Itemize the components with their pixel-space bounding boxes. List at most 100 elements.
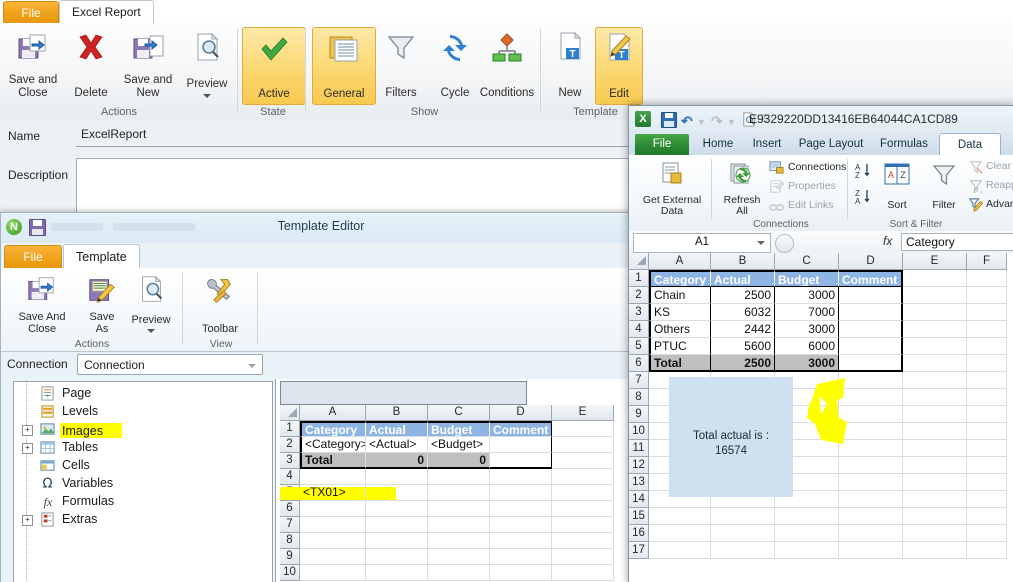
table-cell[interactable] bbox=[967, 525, 1007, 542]
table-cell[interactable] bbox=[300, 549, 366, 565]
table-cell[interactable] bbox=[428, 517, 490, 533]
tree-item-page[interactable]: + Page bbox=[14, 385, 272, 403]
table-cell[interactable] bbox=[428, 565, 490, 581]
table-cell[interactable]: Category bbox=[300, 421, 366, 437]
table-cell[interactable] bbox=[839, 457, 903, 474]
row-header[interactable]: 7 bbox=[629, 372, 649, 389]
redo-icon[interactable]: ↷ bbox=[711, 113, 723, 130]
template-tab-file[interactable]: File bbox=[4, 245, 62, 269]
undo-dropdown-icon[interactable]: ▼ bbox=[697, 117, 706, 127]
table-cell[interactable] bbox=[552, 565, 614, 581]
tree-item-images[interactable]: + Images bbox=[14, 421, 272, 439]
table-cell[interactable]: Total bbox=[300, 453, 366, 469]
table-cell[interactable] bbox=[366, 549, 428, 565]
save-and-close-button[interactable]: Save and Close bbox=[2, 27, 64, 103]
table-cell[interactable] bbox=[839, 525, 903, 542]
column-header[interactable]: C bbox=[428, 405, 490, 421]
table-cell[interactable]: 5600 bbox=[711, 338, 775, 355]
delete-button[interactable]: Delete bbox=[60, 27, 122, 103]
table-cell[interactable] bbox=[839, 372, 903, 389]
table-cell[interactable] bbox=[967, 508, 1007, 525]
table-cell[interactable]: Chain bbox=[649, 287, 711, 304]
new-template-button[interactable]: T New bbox=[547, 27, 593, 103]
table-cell[interactable] bbox=[967, 304, 1007, 321]
tree-item-tables[interactable]: + Tables bbox=[14, 439, 272, 457]
table-cell[interactable] bbox=[903, 508, 967, 525]
template-save-and-close-button[interactable]: Save And Close bbox=[5, 271, 79, 337]
toolbar-button[interactable]: Toolbar bbox=[188, 271, 252, 337]
chevron-down-icon[interactable] bbox=[757, 241, 765, 245]
table-cell[interactable] bbox=[490, 549, 552, 565]
table-cell[interactable] bbox=[552, 533, 614, 549]
template-save-as-button[interactable]: Save As bbox=[79, 271, 125, 337]
save-and-new-button[interactable]: Save and New bbox=[117, 27, 179, 103]
template-preview-button[interactable]: Preview bbox=[125, 271, 177, 337]
table-cell[interactable] bbox=[839, 440, 903, 457]
table-cell[interactable] bbox=[903, 423, 967, 440]
table-cell[interactable] bbox=[903, 372, 967, 389]
table-cell[interactable] bbox=[967, 270, 1007, 287]
sort-ascending-button[interactable]: A Z bbox=[853, 161, 873, 184]
undo-icon[interactable]: ↶ bbox=[681, 113, 693, 130]
row-header[interactable]: 10 bbox=[629, 423, 649, 440]
row-header[interactable]: 3 bbox=[280, 453, 300, 469]
excel-quick-save-icon[interactable] bbox=[661, 112, 677, 128]
row-header[interactable]: 11 bbox=[629, 440, 649, 457]
excel-tab-insert[interactable]: Insert bbox=[745, 134, 789, 155]
table-cell[interactable]: 0 bbox=[366, 453, 428, 469]
table-cell[interactable] bbox=[839, 321, 903, 338]
table-cell[interactable] bbox=[300, 469, 366, 485]
table-cell[interactable] bbox=[428, 469, 490, 485]
row-header[interactable]: 16 bbox=[629, 525, 649, 542]
table-cell[interactable] bbox=[775, 508, 839, 525]
table-cell[interactable] bbox=[903, 321, 967, 338]
row-header[interactable]: 1 bbox=[280, 421, 300, 437]
table-cell[interactable]: 3000 bbox=[775, 321, 839, 338]
preview-dropdown-arrow-icon[interactable] bbox=[203, 94, 211, 98]
column-header[interactable]: B bbox=[366, 405, 428, 421]
table-cell[interactable]: 6032 bbox=[711, 304, 775, 321]
table-cell[interactable] bbox=[839, 287, 903, 304]
table-cell[interactable] bbox=[839, 406, 903, 423]
row-header[interactable]: 4 bbox=[280, 469, 300, 485]
table-cell[interactable] bbox=[967, 542, 1007, 559]
template-spreadsheet[interactable]: A B C D E 1 Category Actual Budget Comment 2 <Categ… bbox=[280, 405, 641, 582]
expand-plus-icon[interactable]: + bbox=[22, 425, 33, 436]
table-cell[interactable] bbox=[552, 501, 614, 517]
table-cell[interactable] bbox=[903, 440, 967, 457]
table-cell[interactable]: 2500 bbox=[711, 355, 775, 372]
tab-file[interactable]: File bbox=[3, 1, 59, 24]
table-cell[interactable] bbox=[490, 485, 552, 501]
table-cell[interactable] bbox=[490, 469, 552, 485]
excel-tab-page-layout[interactable]: Page Layout bbox=[793, 134, 869, 155]
row-header[interactable]: 10 bbox=[280, 565, 300, 581]
table-cell[interactable] bbox=[903, 270, 967, 287]
column-header[interactable]: C bbox=[775, 253, 839, 270]
table-cell[interactable]: 2442 bbox=[711, 321, 775, 338]
preview-button[interactable]: Preview bbox=[176, 27, 238, 103]
row-header[interactable]: 6 bbox=[629, 355, 649, 372]
table-cell[interactable]: Comment bbox=[490, 421, 552, 437]
edit-template-button[interactable]: T Edit bbox=[595, 27, 643, 105]
expand-formula-bar-button[interactable] bbox=[775, 234, 794, 253]
excel-tab-formulas[interactable]: Formulas bbox=[873, 134, 935, 155]
row-header[interactable]: 14 bbox=[629, 491, 649, 508]
tree-item-formulas[interactable]: fx Formulas bbox=[14, 493, 272, 511]
row-header[interactable]: 4 bbox=[629, 321, 649, 338]
row-header[interactable]: 9 bbox=[629, 406, 649, 423]
table-cell[interactable] bbox=[300, 533, 366, 549]
table-cell[interactable] bbox=[366, 501, 428, 517]
table-cell[interactable] bbox=[967, 406, 1007, 423]
filter-button[interactable]: Filter bbox=[923, 159, 965, 219]
table-cell[interactable] bbox=[903, 491, 967, 508]
table-cell[interactable] bbox=[903, 542, 967, 559]
table-cell[interactable] bbox=[903, 457, 967, 474]
tree-item-cells[interactable]: Cells bbox=[14, 457, 272, 475]
table-cell[interactable] bbox=[903, 525, 967, 542]
table-cell[interactable] bbox=[552, 549, 614, 565]
table-cell[interactable] bbox=[967, 355, 1007, 372]
table-cell[interactable] bbox=[967, 321, 1007, 338]
expand-plus-icon[interactable]: + bbox=[22, 515, 33, 526]
table-cell[interactable] bbox=[903, 304, 967, 321]
column-header[interactable]: E bbox=[552, 405, 614, 421]
